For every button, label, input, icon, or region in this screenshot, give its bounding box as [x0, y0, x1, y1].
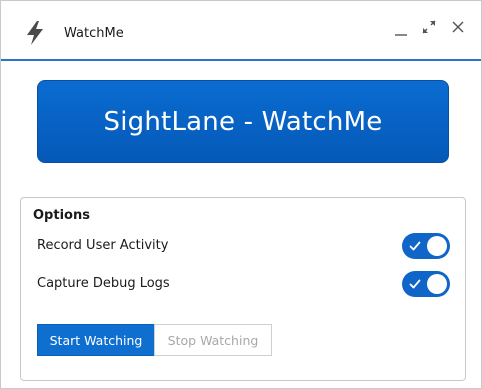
banner-title: SightLane - WatchMe [103, 106, 383, 137]
options-title: Options [33, 208, 90, 223]
lightning-bolt-icon [25, 20, 45, 46]
close-icon [452, 21, 464, 33]
start-watching-button[interactable]: Start Watching [37, 324, 155, 356]
record-user-activity-toggle[interactable] [402, 233, 450, 259]
toggle-knob [427, 274, 447, 294]
stop-watching-button[interactable]: Stop Watching [154, 324, 272, 356]
close-button[interactable] [449, 18, 467, 36]
window-title: WatchMe [64, 26, 124, 41]
app-banner: SightLane - WatchMe [37, 80, 449, 163]
minimize-icon [395, 34, 407, 36]
record-user-activity-label: Record User Activity [37, 238, 169, 253]
options-panel: Options Record User Activity Capture Deb… [20, 197, 466, 381]
checkmark-icon [409, 279, 421, 289]
minimize-button[interactable] [392, 23, 410, 41]
capture-debug-logs-label: Capture Debug Logs [37, 276, 170, 291]
capture-debug-logs-toggle[interactable] [402, 271, 450, 297]
checkmark-icon [409, 241, 421, 251]
app-window: WatchMe SightLane - WatchMe Options Reco… [0, 0, 482, 389]
maximize-button[interactable] [420, 18, 438, 36]
expand-arrows-icon [422, 20, 436, 34]
toggle-knob [427, 236, 447, 256]
title-bar[interactable]: WatchMe [1, 1, 481, 61]
